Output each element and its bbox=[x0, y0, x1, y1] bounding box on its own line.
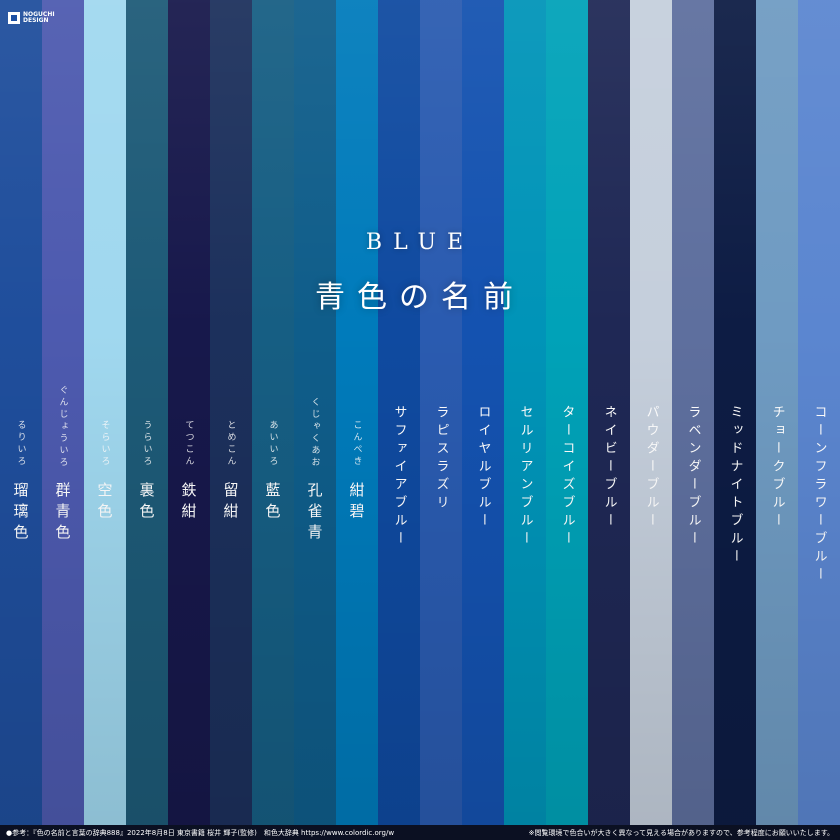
color-name: ミッドナイトブルー bbox=[727, 405, 743, 567]
color-reading: ぐんじょういろ bbox=[57, 385, 68, 469]
color-label: コーンフラワーブルー bbox=[798, 0, 840, 825]
color-stripe: コーンフラワーブルー bbox=[798, 0, 840, 825]
color-label: くじゃくあお 孔雀青 bbox=[294, 0, 336, 825]
color-stripe: てつこん 鉄紺 bbox=[168, 0, 210, 825]
color-label: パウダーブルー bbox=[630, 0, 672, 825]
color-reading: るりいろ bbox=[15, 420, 26, 468]
color-label: ネイビーブルー bbox=[588, 0, 630, 825]
color-label: セルリアンブルー bbox=[504, 0, 546, 825]
color-name: セルリアンブルー bbox=[517, 405, 533, 549]
color-name: ラピスラズリ bbox=[433, 405, 449, 513]
color-name: サファイアブルー bbox=[391, 405, 407, 549]
color-name: コーンフラワーブルー bbox=[811, 405, 827, 585]
color-stripe: ロイヤルブルー bbox=[462, 0, 504, 825]
color-label: ロイヤルブルー bbox=[462, 0, 504, 825]
color-name: パウダーブルー bbox=[643, 405, 659, 531]
color-stripe: サファイアブルー bbox=[378, 0, 420, 825]
color-stripe: とめこん 留紺 bbox=[210, 0, 252, 825]
color-stripe: セルリアンブルー bbox=[504, 0, 546, 825]
color-label: ミッドナイトブルー bbox=[714, 0, 756, 825]
footer-bar: ●参考：『色の名前と言葉の辞典888』2022年8月8日 東京書籍 桜井 輝子(… bbox=[0, 825, 840, 840]
color-stripe: チョークブルー bbox=[756, 0, 798, 825]
color-stripe: ラピスラズリ bbox=[420, 0, 462, 825]
footer-reference: ●参考：『色の名前と言葉の辞典888』2022年8月8日 東京書籍 桜井 輝子(… bbox=[6, 828, 395, 837]
color-name: 鉄紺 bbox=[179, 482, 198, 524]
color-label: あいいろ 藍色 bbox=[252, 0, 294, 825]
color-name: 孔雀青 bbox=[305, 482, 324, 545]
color-stripe: くじゃくあお 孔雀青 bbox=[294, 0, 336, 825]
color-name: ロイヤルブルー bbox=[475, 405, 491, 531]
color-stripe: そらいろ 空色 bbox=[84, 0, 126, 825]
color-stripe: こんぺき 紺碧 bbox=[336, 0, 378, 825]
color-reading: こんぺき bbox=[351, 420, 362, 468]
color-name: ネイビーブルー bbox=[601, 405, 617, 531]
color-stripe: ネイビーブルー bbox=[588, 0, 630, 825]
color-stripe: うらいろ 裏色 bbox=[126, 0, 168, 825]
logo-line2: DESIGN bbox=[23, 17, 49, 24]
color-stripe: あいいろ 藍色 bbox=[252, 0, 294, 825]
color-label: サファイアブルー bbox=[378, 0, 420, 825]
color-name: 裏色 bbox=[137, 482, 156, 524]
color-chart-poster: るりいろ 瑠璃色 ぐんじょういろ 群青色 そらいろ 空色 うらいろ 裏色 てつこん 鉄紺 とめこん留… bbox=[0, 0, 840, 840]
title-japanese: 青色の名前 bbox=[315, 280, 525, 315]
color-label: てつこん 鉄紺 bbox=[168, 0, 210, 825]
color-name: 群青色 bbox=[53, 482, 72, 545]
title-english: BLUE bbox=[365, 230, 475, 255]
color-name: ラベンダーブルー bbox=[685, 405, 701, 549]
color-label: とめこん 留紺 bbox=[210, 0, 252, 825]
color-label: ターコイズブルー bbox=[546, 0, 588, 825]
color-stripe: るりいろ 瑠璃色 bbox=[0, 0, 42, 825]
color-stripe: ラベンダーブルー bbox=[672, 0, 714, 825]
color-stripe: ミッドナイトブルー bbox=[714, 0, 756, 825]
color-reading: くじゃくあお bbox=[309, 397, 320, 469]
color-name: 瑠璃色 bbox=[11, 482, 30, 545]
color-label: こんぺき 紺碧 bbox=[336, 0, 378, 825]
color-name: ターコイズブルー bbox=[559, 405, 575, 549]
color-stripe: ターコイズブルー bbox=[546, 0, 588, 825]
color-name: チョークブルー bbox=[769, 405, 785, 531]
color-reading: そらいろ bbox=[99, 420, 110, 468]
color-label: うらいろ 裏色 bbox=[126, 0, 168, 825]
color-stripe: ぐんじょういろ群青色 bbox=[42, 0, 84, 825]
color-name: 藍色 bbox=[263, 482, 282, 524]
color-stripe: パウダーブルー bbox=[630, 0, 672, 825]
color-reading: あいいろ bbox=[267, 420, 278, 468]
color-label: ぐんじょういろ群青色 bbox=[42, 0, 84, 825]
footer-note: ※閲覧環境で色合いが大きく異なって見える場合がありますので、参考程度にお願いいた… bbox=[528, 828, 834, 837]
logo-text: NOGUCHI DESIGN bbox=[23, 12, 55, 24]
color-label: ラピスラズリ bbox=[420, 0, 462, 825]
logo-icon bbox=[8, 12, 20, 24]
color-label: ラベンダーブルー bbox=[672, 0, 714, 825]
color-label: るりいろ 瑠璃色 bbox=[0, 0, 42, 825]
color-reading: てつこん bbox=[183, 420, 194, 468]
color-label: チョークブルー bbox=[756, 0, 798, 825]
color-label: そらいろ 空色 bbox=[84, 0, 126, 825]
color-name: 紺碧 bbox=[347, 482, 366, 524]
color-reading: うらいろ bbox=[141, 420, 152, 468]
color-stripes: るりいろ 瑠璃色 ぐんじょういろ 群青色 そらいろ 空色 うらいろ 裏色 てつこん 鉄紺 とめこん留… bbox=[0, 0, 840, 825]
color-name: 空色 bbox=[95, 482, 114, 524]
color-reading: とめこん bbox=[225, 420, 236, 468]
color-name: 留紺 bbox=[221, 482, 240, 524]
noguchi-design-logo: NOGUCHI DESIGN bbox=[8, 11, 55, 25]
